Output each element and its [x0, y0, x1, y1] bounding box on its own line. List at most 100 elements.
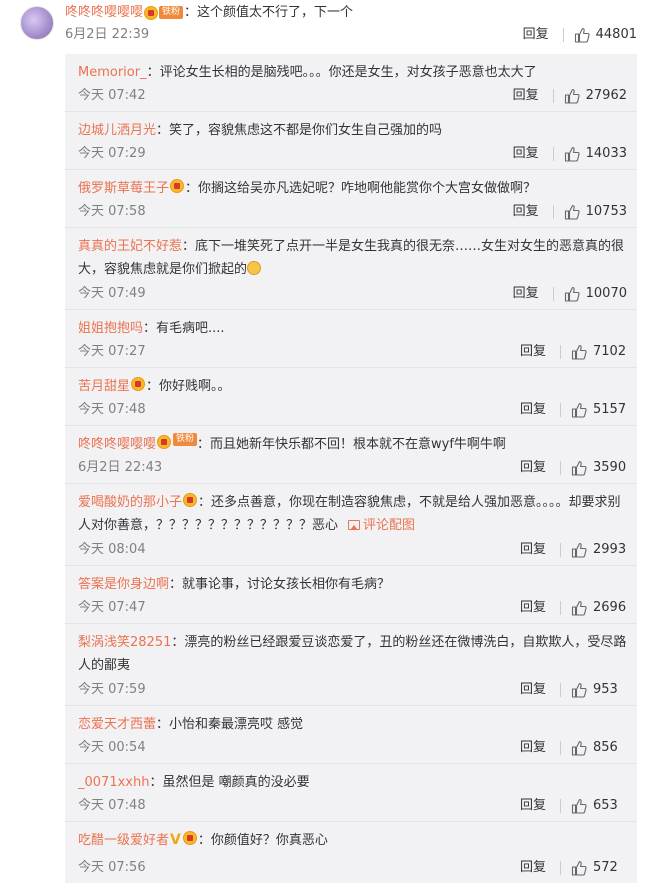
username-link[interactable]: 咚咚咚嘤嘤嘤 [78, 437, 156, 452]
reply-actions: 回复 856 [520, 739, 627, 757]
like-count: 10070 [585, 286, 627, 301]
like-count: 653 [593, 798, 618, 813]
divider [560, 543, 561, 557]
reply-item: Memorior_：评论女生长相的是脑残吧。。。你还是女生，对女孩子恶意也太大了… [65, 54, 637, 112]
username-link[interactable]: 恋爱天才西蕾 [78, 717, 156, 732]
divider [552, 147, 554, 161]
username-link[interactable]: 梨涡浅笑28251 [78, 635, 171, 650]
reply-item: 梨涡浅笑28251：漂亮的粉丝已经跟爱豆谈恋爱了，丑的粉丝还在微博洗白，自欺欺人… [65, 624, 637, 706]
thumbs-up-icon[interactable] [564, 286, 580, 302]
reply-item: 吃醋一级爱好者V ：你颜值好？你真恶心 今天 07:56 回复 572 [65, 822, 637, 883]
username-link[interactable]: 吃醋一级爱好者 [78, 833, 169, 848]
comment-actions: 回复 44801 [523, 26, 637, 44]
reply-button[interactable]: 回复 [520, 859, 546, 877]
thumbs-up-icon[interactable] [571, 600, 587, 616]
like-count: 10753 [585, 204, 627, 219]
thumbs-up-icon[interactable] [571, 740, 587, 756]
reply-time: 今天 08:04 [78, 542, 146, 557]
like-count: 7102 [593, 344, 627, 359]
reply-time: 今天 07:59 [78, 682, 146, 697]
reply-button[interactable]: 回复 [520, 541, 546, 559]
reply-content: ：你搁这给吴亦凡选妃呢？咋地啊他能赏你个大宫女做做啊？ [185, 181, 537, 196]
reply-button[interactable]: 回复 [523, 26, 549, 44]
username-link[interactable]: 苦月甜星 [78, 379, 130, 394]
thumbs-up-icon[interactable] [571, 344, 587, 360]
reply-button[interactable]: 回复 [520, 401, 546, 419]
reply-meta: 今天 00:54 回复 856 [78, 739, 627, 757]
username-link[interactable]: 咚咚咚嘤嘤嘤 [65, 5, 143, 20]
avatar[interactable] [20, 6, 54, 40]
reply-item: 姐姐抱抱吗：有毛病吧.... 今天 07:27 回复 7102 [65, 310, 637, 368]
reply-button[interactable]: 回复 [513, 285, 539, 303]
like-count: 5157 [593, 402, 627, 417]
thumbs-up-icon[interactable] [564, 88, 580, 104]
reply-actions: 回复 572 [520, 859, 627, 877]
reply-time: 今天 07:27 [78, 344, 146, 359]
reply-button[interactable]: 回复 [513, 87, 539, 105]
reply-text: 答案是你身边啊：就事论事，讨论女孩长相你有毛病？ [78, 573, 628, 596]
like-count: 856 [593, 740, 618, 755]
reply-content: ：评论女生长相的是脑残吧。。。你还是女生，对女孩子恶意也太大了 [146, 65, 537, 80]
reply-time: 今天 07:58 [78, 204, 146, 219]
reply-meta: 今天 07:56 回复 572 [78, 859, 627, 877]
reply-actions: 回复 5157 [520, 401, 627, 419]
reply-meta: 今天 07:29 回复 14033 [78, 145, 627, 163]
thumbs-up-icon[interactable] [574, 27, 590, 43]
username-link[interactable]: 俄罗斯草莓王子 [78, 181, 169, 196]
reply-button[interactable]: 回复 [520, 343, 546, 361]
username-link[interactable]: _0071xxhh [78, 775, 149, 790]
reply-time: 今天 00:54 [78, 740, 146, 755]
reply-button[interactable]: 回复 [520, 459, 546, 477]
reply-meta: 今天 07:59 回复 953 [78, 681, 627, 699]
thumbs-up-icon[interactable] [564, 204, 580, 220]
reply-text: 咚咚咚嘤嘤嘤 铁粉 ：而且她新年快乐都不回！根本就不在意wyf牛啊牛啊 [78, 433, 628, 456]
member-tag: 铁粉 [173, 433, 198, 446]
thumbs-up-icon[interactable] [571, 860, 587, 876]
reply-button[interactable]: 回复 [513, 145, 539, 163]
reply-item: 苦月甜星 ：你好贱啊。。 今天 07:48 回复 5157 [65, 368, 637, 426]
username-link[interactable]: Memorior_ [78, 65, 147, 80]
divider [552, 205, 554, 219]
divider [560, 799, 561, 813]
reply-content: ：虽然但是 嘲颜真的没必要 [149, 775, 310, 790]
reply-button[interactable]: 回复 [520, 681, 546, 699]
thumbs-up-icon[interactable] [571, 682, 587, 698]
reply-actions: 回复 653 [520, 797, 627, 815]
username-link[interactable]: 答案是你身边啊 [78, 577, 169, 592]
username-link[interactable]: 真真的王妃不好惹 [78, 239, 182, 254]
reply-item: 边城儿洒月光：笑了，容貌焦虑这不都是你们女生自己强加的吗 今天 07:29 回复 14… [65, 112, 637, 170]
reply-button[interactable]: 回复 [520, 797, 546, 815]
username-link[interactable]: 姐姐抱抱吗 [78, 321, 143, 336]
reply-actions: 回复 953 [520, 681, 627, 699]
thumbs-up-icon[interactable] [571, 798, 587, 814]
crown-badge-icon [131, 377, 146, 391]
comment-content: ：这个颜值太不行了，下一个 [184, 5, 354, 20]
reply-time: 6月2日 22:43 [78, 460, 163, 475]
crown-badge-icon [183, 493, 198, 507]
clapping-emoji-icon [247, 261, 262, 275]
like-count: 572 [593, 860, 618, 875]
reply-time: 今天 07:49 [78, 286, 146, 301]
reply-button[interactable]: 回复 [520, 599, 546, 617]
like-count: 2993 [593, 542, 627, 557]
divider [562, 28, 564, 42]
divider [560, 345, 561, 359]
divider [560, 601, 561, 615]
comment-picture-link[interactable]: 评论配图 [348, 518, 415, 533]
thumbs-up-icon[interactable] [571, 460, 587, 476]
thumbs-up-icon[interactable] [571, 402, 587, 418]
reply-actions: 回复 27962 [513, 87, 627, 105]
reply-time: 今天 07:48 [78, 798, 146, 813]
divider [552, 287, 554, 301]
thumbs-up-icon[interactable] [571, 542, 587, 558]
reply-text: 爱喝酸奶的那小子 ：还多点善意，你现在制造容貌焦虑，不就是给人强加恶意。。。。却要… [78, 491, 628, 537]
reply-meta: 今天 07:27 回复 7102 [78, 343, 627, 361]
thumbs-up-icon[interactable] [564, 146, 580, 162]
reply-button[interactable]: 回复 [520, 739, 546, 757]
reply-meta: 今天 07:42 回复 27962 [78, 87, 627, 105]
reply-meta: 今天 07:48 回复 653 [78, 797, 627, 815]
username-link[interactable]: 爱喝酸奶的那小子 [78, 495, 182, 510]
username-link[interactable]: 边城儿洒月光 [78, 123, 156, 138]
reply-meta: 今天 07:47 回复 2696 [78, 599, 627, 617]
reply-button[interactable]: 回复 [513, 203, 539, 221]
